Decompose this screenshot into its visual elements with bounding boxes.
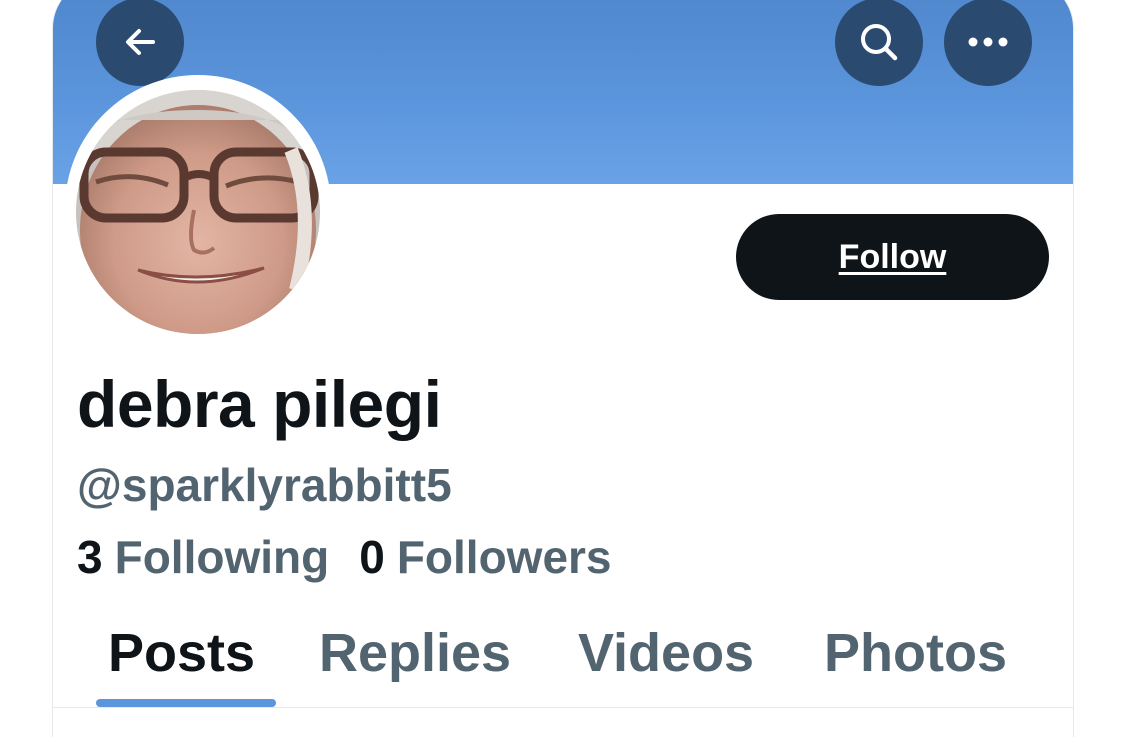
tabs-divider: [53, 707, 1073, 708]
search-icon: [857, 20, 901, 64]
following-label: Following: [114, 531, 330, 583]
tab-videos[interactable]: Videos: [578, 622, 754, 684]
following-count: 3: [77, 531, 103, 583]
tab-replies[interactable]: Replies: [319, 622, 511, 684]
tab-posts[interactable]: Posts: [108, 622, 255, 684]
profile-display-name: debra pilegi: [77, 367, 442, 441]
search-button[interactable]: [835, 0, 923, 86]
profile-page: Follow debra pilegi @sparklyrabbitt5 3 Fo…: [0, 0, 1125, 737]
following-stat[interactable]: 3 Following: [77, 530, 329, 584]
profile-tabs: Posts Replies Videos Photos: [53, 610, 1073, 737]
more-horizontal-icon: [966, 35, 1010, 49]
more-options-button[interactable]: [944, 0, 1032, 86]
profile-card: Follow debra pilegi @sparklyrabbitt5 3 Fo…: [52, 0, 1074, 737]
followers-stat[interactable]: 0 Followers: [359, 530, 611, 584]
tab-photos[interactable]: Photos: [824, 622, 1007, 684]
active-tab-indicator: [96, 699, 276, 707]
followers-count: 0: [359, 531, 385, 583]
followers-label: Followers: [396, 531, 612, 583]
avatar[interactable]: [76, 90, 320, 334]
profile-handle: @sparklyrabbitt5: [77, 459, 452, 511]
back-button[interactable]: [96, 0, 184, 86]
follow-button[interactable]: Follow: [736, 214, 1049, 300]
profile-stats: 3 Following 0 Followers: [77, 530, 612, 584]
arrow-left-icon: [120, 22, 160, 62]
